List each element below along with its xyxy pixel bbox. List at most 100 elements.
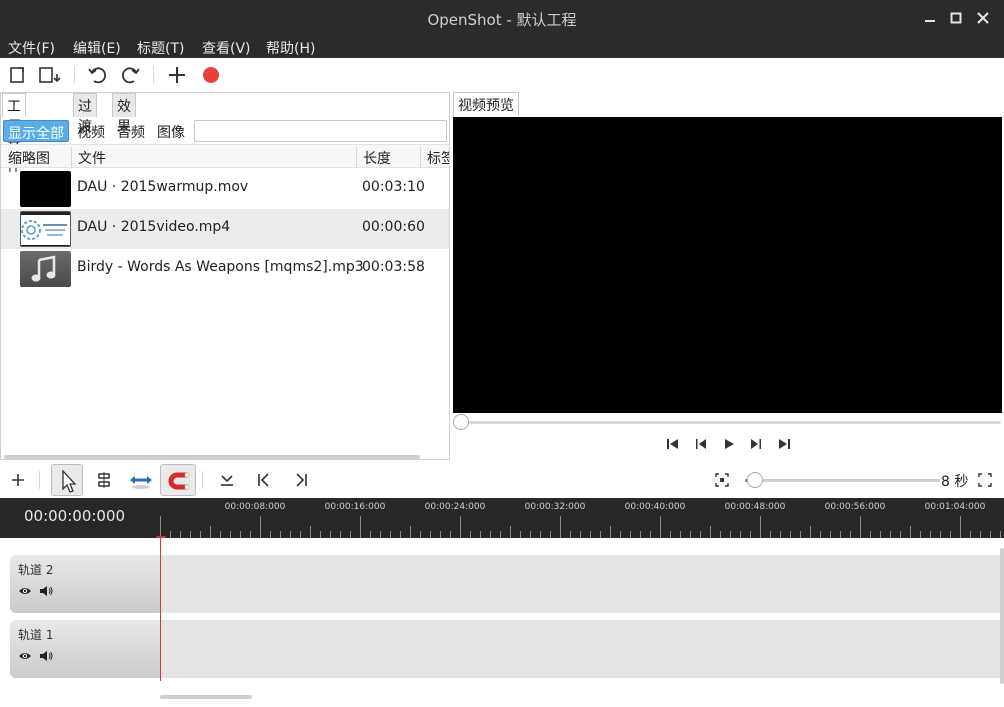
- pointer-tool-button[interactable]: [51, 464, 83, 496]
- previous-marker-button[interactable]: [250, 466, 278, 494]
- track-header[interactable]: 轨道 2: [10, 555, 160, 613]
- marker-icon: [221, 475, 233, 486]
- filter-audio[interactable]: 音频: [113, 120, 149, 142]
- current-timecode: 00:00:00:000: [24, 507, 126, 525]
- maximize-button[interactable]: [945, 8, 967, 28]
- tab-effects[interactable]: 效果: [112, 93, 136, 135]
- jump-start-button[interactable]: [665, 437, 681, 451]
- toolbar-separator: [153, 66, 154, 84]
- magnet-snapping-button[interactable]: [160, 464, 196, 496]
- menu-edit[interactable]: 编辑(E): [73, 38, 121, 58]
- next-marker-button[interactable]: [287, 466, 315, 494]
- ruler-label: 00:00:48:000: [724, 502, 786, 512]
- tab-video-preview[interactable]: 视频预览: [453, 92, 519, 116]
- window-title: OpenShot - 默认工程: [427, 11, 577, 29]
- toolbar-separator: [74, 66, 75, 84]
- slide-thumbnail-icon: [21, 212, 70, 246]
- menu-view[interactable]: 查看(V): [202, 38, 251, 58]
- timeline-vertical-scrollbar[interactable]: [1000, 548, 1004, 684]
- track-name: 轨道 2: [18, 563, 54, 577]
- menu-file[interactable]: 文件(F): [8, 38, 55, 58]
- file-list-scrollbar[interactable]: [4, 455, 420, 459]
- jump-start-icon: [667, 439, 678, 449]
- jump-end-button[interactable]: [776, 437, 792, 451]
- menu-title[interactable]: 标题(T): [137, 38, 184, 58]
- file-row[interactable]: DAU · 2015warmup.mov 00:03:10: [1, 169, 449, 209]
- column-divider: [71, 147, 72, 167]
- column-tags[interactable]: 标签: [427, 148, 449, 168]
- add-file-icon: [169, 67, 185, 83]
- main-toolbar: [0, 58, 1004, 92]
- zoom-fit-button[interactable]: [708, 466, 736, 494]
- ruler-label: 00:01:04:000: [924, 502, 986, 512]
- ruler-label: 00:00:08:000: [224, 502, 286, 512]
- filter-video[interactable]: 视频: [73, 120, 109, 142]
- snap-tool-button[interactable]: [126, 466, 156, 494]
- track-header[interactable]: 轨道 1: [10, 620, 160, 678]
- file-name: Birdy - Words As Weapons [mqms2].mp3: [77, 259, 364, 275]
- minimize-button[interactable]: [919, 8, 941, 28]
- play-button[interactable]: [721, 437, 737, 451]
- zoom-slider-handle[interactable]: [747, 472, 763, 488]
- record-button[interactable]: [200, 64, 222, 86]
- file-list-header: 缩略图 文件 长度 标签: [1, 144, 449, 168]
- record-icon: [203, 67, 219, 83]
- preview-seek-handle[interactable]: [453, 414, 469, 430]
- menu-help[interactable]: 帮助(H): [266, 38, 315, 58]
- add-track-button[interactable]: [4, 466, 32, 494]
- close-button[interactable]: [972, 8, 994, 28]
- rewind-button[interactable]: [693, 437, 709, 451]
- column-file[interactable]: 文件: [78, 148, 106, 168]
- preview-seek-track[interactable]: [461, 421, 1001, 424]
- redo-button[interactable]: [120, 64, 142, 86]
- speaker-icon[interactable]: [39, 650, 53, 662]
- column-divider: [356, 147, 357, 167]
- tab-transitions[interactable]: 过渡: [73, 93, 97, 135]
- project-files-panel: 工程文件 过渡 效果 显示全部 视频 音频 图像 缩略图 文件 长度 标签 DA…: [0, 92, 450, 460]
- magnet-icon: [168, 472, 190, 490]
- column-thumbnail[interactable]: 缩略图: [8, 148, 50, 168]
- timeline-ruler[interactable]: 00:00:00:000 00:00:08:000 00:00:16:000 0…: [0, 498, 1004, 538]
- forward-icon: [751, 439, 761, 449]
- eye-icon[interactable]: [18, 585, 32, 597]
- add-marker-button[interactable]: [213, 466, 241, 494]
- playhead-line: [160, 538, 161, 681]
- zoom-slider-track[interactable]: [745, 479, 940, 482]
- save-project-button[interactable]: [37, 64, 65, 86]
- forward-button[interactable]: [748, 437, 764, 451]
- timeline-toolbar: 8 秒: [0, 462, 1004, 498]
- expand-icon: [978, 473, 992, 487]
- file-name: DAU · 2015video.mp4: [77, 219, 231, 235]
- razor-tool-button[interactable]: [90, 466, 118, 494]
- eye-icon[interactable]: [18, 650, 32, 662]
- video-preview-panel: 视频预览: [451, 92, 1004, 460]
- undo-button[interactable]: [86, 64, 108, 86]
- fullscreen-timeline-button[interactable]: [971, 466, 999, 494]
- file-row[interactable]: DAU · 2015video.mp4 00:00:60: [1, 209, 449, 249]
- snap-icon: [130, 476, 152, 489]
- music-note-icon: [31, 255, 56, 282]
- filter-bar: 显示全部 视频 音频 图像: [1, 119, 449, 143]
- tab-project-files[interactable]: 工程文件: [2, 93, 26, 175]
- toolbar-separator: [202, 471, 203, 489]
- ruler-label: 00:00:24:000: [424, 502, 486, 512]
- new-project-button[interactable]: [7, 64, 29, 86]
- toolbar-separator: [39, 471, 40, 489]
- ruler-ticks: [160, 516, 1001, 538]
- close-icon: [977, 12, 989, 24]
- file-duration: 00:03:58: [362, 259, 425, 275]
- ruler-label: 00:00:40:000: [624, 502, 686, 512]
- jump-end-icon: [779, 439, 790, 449]
- file-row[interactable]: Birdy - Words As Weapons [mqms2].mp3 00:…: [1, 249, 449, 289]
- undo-icon: [88, 67, 107, 84]
- title-bar: OpenShot - 默认工程: [0, 0, 1004, 36]
- track-name: 轨道 1: [18, 628, 54, 642]
- search-input[interactable]: [194, 120, 447, 142]
- column-duration[interactable]: 长度: [363, 148, 391, 168]
- speaker-icon[interactable]: [39, 585, 53, 597]
- timeline-horizontal-scrollbar[interactable]: [160, 695, 252, 699]
- add-file-button[interactable]: [166, 64, 188, 86]
- rewind-icon: [696, 439, 706, 449]
- filter-show-all[interactable]: 显示全部: [3, 120, 69, 142]
- filter-image[interactable]: 图像: [153, 120, 189, 142]
